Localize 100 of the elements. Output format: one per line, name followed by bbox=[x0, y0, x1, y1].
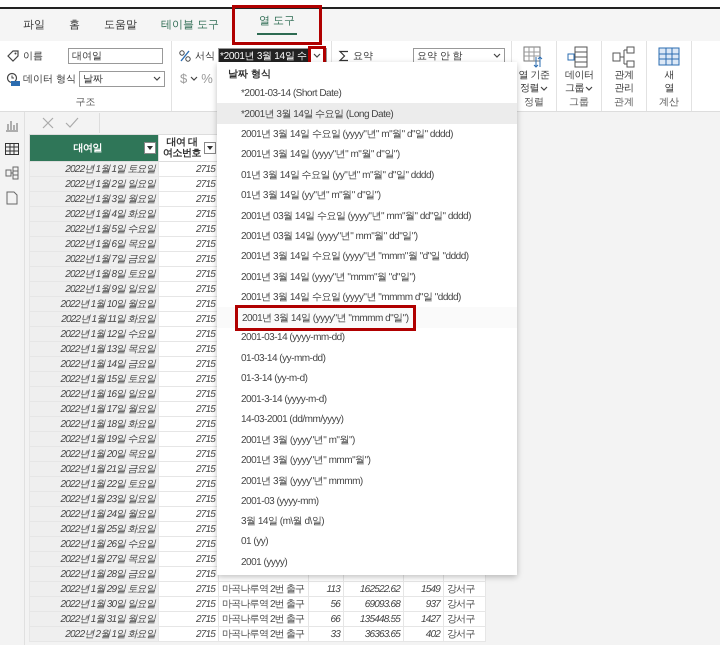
field-label: 요약 bbox=[353, 50, 374, 62]
table-cell: 2022년 1월 8일 토요일 bbox=[30, 266, 158, 282]
group-label: 구조 bbox=[74, 97, 96, 109]
menu-option[interactable]: *2001년 3월 14일 수요일 (Long Date) bbox=[217, 103, 517, 124]
relationship-icon bbox=[612, 45, 636, 69]
table-cell: 2022년 1월 7일 금요일 bbox=[30, 252, 158, 266]
menu-option[interactable]: 01-03-14 (yy-mm-dd) bbox=[217, 348, 517, 368]
ribbon-tab[interactable]: 테이블 도구 bbox=[150, 9, 230, 41]
group-label: 그룹 bbox=[568, 97, 590, 109]
sigma-icon bbox=[338, 50, 350, 62]
table-cell: 2022년 1월 24일 월요일 bbox=[30, 506, 158, 522]
table-cell: 2022년 1월 4일 화요일 bbox=[30, 206, 158, 222]
menu-option[interactable]: 14-03-2001 (dd/mm/yyyy) bbox=[217, 409, 517, 430]
menu-option[interactable]: 2001년 03월 14일 수요일 (yyyy"년" mm"월" dd"일" dddd) bbox=[217, 205, 517, 226]
ribbon-button[interactable]: 새 열 bbox=[648, 45, 690, 95]
table-cell: 2022년 1월 14일 금요일 bbox=[30, 356, 158, 372]
dropdown-value: *2001년 3월 14일 수 bbox=[219, 48, 308, 62]
table-cell: 2022년 1월 17일 월요일 bbox=[30, 402, 158, 416]
table-cell: 마곡나루역 2번 출구 bbox=[218, 596, 308, 612]
table-cell: 2022년 1월 11일 화요일 bbox=[30, 312, 158, 326]
table-cell: 2715 bbox=[158, 596, 218, 612]
bar-chart-icon bbox=[5, 118, 19, 132]
ribbon-tab[interactable]: 열 도구 bbox=[232, 5, 322, 45]
menu-option[interactable]: 2001년 03월 14일 (yyyy"년" mm"월" dd"일") bbox=[217, 226, 517, 246]
table-cell: 69093.68 bbox=[344, 596, 404, 612]
caret-icon bbox=[190, 76, 198, 81]
menu-heading: 날짜 형식 bbox=[227, 68, 272, 82]
menu-option[interactable]: 2001년 3월 (yyyy"년" mmmm) bbox=[217, 470, 517, 491]
menu-option[interactable]: 2001년 3월 (yyyy"년" mmm"월") bbox=[217, 450, 517, 470]
menu-option[interactable]: 01년 3월 14일 (yy"년" m"월" d"일") bbox=[217, 184, 517, 206]
table-cell: 33 bbox=[308, 626, 344, 642]
table-cell: 2022년 1월 1일 토요일 bbox=[30, 162, 158, 176]
table-cell: 2715 bbox=[158, 626, 218, 642]
name-field[interactable]: 대여일 bbox=[68, 48, 163, 64]
field-label: 이름 bbox=[23, 50, 44, 62]
document-icon bbox=[5, 191, 19, 205]
table-cell: 66 bbox=[308, 612, 344, 626]
table-cell: 2022년 1월 23일 일요일 bbox=[30, 492, 158, 506]
ribbon-tab[interactable]: 홈 bbox=[58, 9, 91, 41]
group-label: 정렬 bbox=[523, 97, 545, 109]
ribbon-button[interactable]: 관계 관리 bbox=[603, 45, 645, 95]
table-cell: 2022년 1월 18일 화요일 bbox=[30, 416, 158, 432]
table-cell: 2022년 1월 25일 화요일 bbox=[30, 522, 158, 536]
percent-icon bbox=[178, 48, 192, 62]
model-icon bbox=[5, 166, 19, 180]
menu-option[interactable]: 01년 3월 14일 수요일 (yy"년" m"월" d"일" dddd) bbox=[217, 164, 517, 185]
table-cell: 강서구 bbox=[444, 596, 486, 612]
menu-option[interactable]: 3월 14일 (m\월 d\일) bbox=[217, 511, 517, 532]
menu-option[interactable]: 2001-03 (yyyy-mm) bbox=[217, 490, 517, 512]
field-label: 서식 bbox=[195, 50, 215, 62]
table-cell: 113 bbox=[308, 582, 344, 596]
menu-option[interactable]: 2001년 3월 14일 수요일 (yyyy"년 "mmmm d"일 "dddd) bbox=[217, 286, 517, 308]
menu-option[interactable]: 2001년 3월 14일 (yyyy"년 "mmmm d"일") bbox=[217, 307, 517, 328]
table-cell: 2022년 1월 26일 수요일 bbox=[30, 536, 158, 552]
menu-option[interactable]: 2001년 3월 14일 (yyyy"년" m"월" d"일") bbox=[217, 144, 517, 165]
table-cell: 2022년 1월 9일 일요일 bbox=[30, 282, 158, 296]
close-icon bbox=[41, 116, 55, 130]
tag-icon bbox=[6, 48, 20, 62]
group-label: 관계 bbox=[613, 97, 635, 109]
table-cell: 2022년 1월 28일 금요일 bbox=[30, 566, 158, 582]
table-cell: 2022년 1월 21일 금요일 bbox=[30, 462, 158, 476]
table-cell: 강서구 bbox=[444, 582, 486, 596]
table-cell: 2022년 1월 6일 목요일 bbox=[30, 236, 158, 252]
table-cell: 162522.62 bbox=[344, 582, 404, 596]
menu-option[interactable]: 2001-03-14 (yyyy-mm-dd) bbox=[217, 328, 517, 348]
table-cell: 2022년 1월 22일 토요일 bbox=[30, 476, 158, 492]
table-cell: 2022년 1월 5일 수요일 bbox=[30, 222, 158, 236]
menu-option[interactable]: 2001년 3월 (yyyy"년" m"월") bbox=[217, 430, 517, 450]
menu-option[interactable]: 2001-3-14 (yyyy-m-d) bbox=[217, 388, 517, 410]
ribbon-tab[interactable]: 파일 bbox=[12, 9, 56, 41]
menu-option[interactable]: 2001 (yyyy) bbox=[217, 552, 517, 572]
caret-icon bbox=[312, 53, 321, 58]
menu-option[interactable]: 2001년 3월 14일 (yyyy"년 "mmm"월 "d"일") bbox=[217, 266, 517, 287]
data-type-dropdown[interactable]: 날짜 bbox=[78, 70, 165, 86]
menu-option[interactable]: 01-3-14 (yy-m-d) bbox=[217, 368, 517, 389]
filter-button[interactable] bbox=[204, 142, 216, 154]
caret-icon bbox=[147, 146, 153, 150]
table-cell: 2022년 1월 31일 월요일 bbox=[30, 612, 158, 626]
menu-option[interactable]: 2001년 3월 14일 수요일 (yyyy"년" m"월" d"일" dddd) bbox=[217, 124, 517, 144]
dropdown-value: 날짜 bbox=[82, 72, 103, 86]
caret-icon bbox=[493, 53, 501, 58]
table-cell: 2022년 1월 13일 목요일 bbox=[30, 342, 158, 356]
dropdown-value: 요약 안 함 bbox=[417, 50, 463, 62]
table-cell: 2022년 1월 20일 목요일 bbox=[30, 446, 158, 462]
menu-option[interactable]: 01 (yy) bbox=[217, 532, 517, 552]
table-cell: 2022년 1월 15일 토요일 bbox=[30, 372, 158, 386]
table-cell: 2022년 1월 27일 목요일 bbox=[30, 552, 158, 566]
table-cell: 2022년 1월 19일 수요일 bbox=[30, 432, 158, 446]
ribbon-button[interactable]: 데이터 그룹 bbox=[558, 45, 600, 95]
caret-icon bbox=[207, 146, 213, 150]
table-cell: 마곡나루역 2번 출구 bbox=[218, 612, 308, 626]
table-cell: 36363.65 bbox=[344, 626, 404, 642]
table-cell: 402 bbox=[404, 626, 444, 642]
table-cell: 1427 bbox=[404, 612, 444, 626]
group-label: 계산 bbox=[658, 97, 680, 109]
table-cell: 강서구 bbox=[444, 612, 486, 626]
filter-button[interactable] bbox=[144, 142, 156, 154]
caret-icon bbox=[585, 86, 593, 91]
menu-option[interactable]: 2001년 3월 14일 수요일 (yyyy"년 "mmm"월 "d"일 "dddd) bbox=[217, 246, 517, 267]
ribbon-tab[interactable]: 도움말 bbox=[93, 9, 148, 41]
